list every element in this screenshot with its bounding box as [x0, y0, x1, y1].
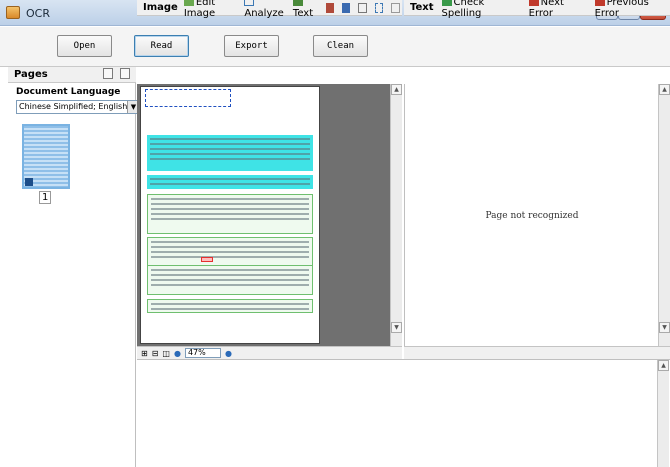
pages-header: Pages: [8, 67, 136, 83]
text-area-button[interactable]: Text: [292, 0, 320, 19]
text-vertical-scrollbar[interactable]: ▲ ▼: [658, 84, 670, 346]
bottom-vertical-scrollbar[interactable]: ▲: [657, 360, 669, 467]
zoom-in-icon[interactable]: ●: [225, 349, 232, 358]
document-language-label: Document Language: [16, 87, 121, 97]
edit-image-button[interactable]: Edit Image: [183, 0, 239, 19]
app-icon: [6, 6, 20, 19]
page-number-label: 1: [39, 191, 52, 204]
open-button[interactable]: Open: [57, 35, 112, 57]
check-spelling-icon: [441, 0, 452, 6]
picture-area-icon[interactable]: [325, 2, 334, 13]
zoom-out-icon[interactable]: ●: [174, 349, 181, 358]
select-area-icon[interactable]: [374, 2, 384, 13]
page-export-icon[interactable]: [120, 67, 130, 79]
image-panel-header: Image Edit Image Analyze Text: [137, 0, 402, 19]
export-button[interactable]: Export: [224, 35, 279, 57]
status-message: Page not recognized: [485, 211, 579, 221]
text-block-3[interactable]: [147, 194, 313, 234]
page-status-icon: [25, 178, 33, 186]
picture-block[interactable]: [201, 257, 213, 262]
previous-error-button[interactable]: Previous Error: [594, 0, 670, 19]
text-block-2[interactable]: [147, 175, 313, 189]
actual-size-icon[interactable]: ◫: [162, 349, 170, 358]
image-zoom-bar: ⊞ ⊟ ◫ ● 47% ●: [137, 346, 402, 359]
image-vertical-scrollbar[interactable]: ▲ ▼: [390, 84, 402, 346]
text-panel-header: Text Check Spelling Next Error Previous …: [404, 0, 670, 19]
text-area-icon: [292, 0, 303, 6]
text-bottom-toolbar: [404, 346, 670, 359]
pointer-icon[interactable]: [358, 2, 367, 13]
zoom-input[interactable]: 47%: [184, 348, 221, 358]
text-block-7[interactable]: [147, 299, 313, 313]
zoom-preview-pane: ▲: [137, 359, 670, 467]
image-title: Image: [143, 2, 178, 13]
page-thumbnail[interactable]: [22, 124, 70, 189]
scroll-up-icon[interactable]: ▲: [391, 84, 402, 95]
scroll-down-icon[interactable]: ▼: [391, 322, 402, 333]
analyze-button[interactable]: Analyze: [244, 0, 287, 19]
scroll-up-icon[interactable]: ▲: [659, 84, 670, 95]
image-canvas[interactable]: ▲ ▼: [137, 84, 402, 346]
scanned-page[interactable]: [140, 86, 320, 344]
text-editor[interactable]: Page not recognized ▲ ▼: [404, 84, 670, 346]
page-add-icon[interactable]: [102, 67, 113, 79]
language-select-value: Chinese Simplified; English: [19, 102, 128, 111]
table-area-icon[interactable]: [341, 2, 351, 13]
language-select[interactable]: Chinese Simplified; English ▼: [16, 100, 140, 114]
scroll-up-icon[interactable]: ▲: [658, 360, 669, 371]
pages-title: Pages: [14, 69, 48, 80]
edit-image-icon: [183, 0, 194, 6]
fit-width-icon[interactable]: ⊟: [152, 349, 159, 358]
text-block-6[interactable]: [147, 265, 313, 295]
delete-area-icon[interactable]: [391, 2, 401, 13]
fit-page-icon[interactable]: ⊞: [141, 349, 148, 358]
next-error-icon: [528, 0, 539, 6]
previous-error-icon: [594, 0, 605, 6]
window-title: OCR: [26, 7, 50, 20]
analyze-icon: [244, 0, 255, 6]
selection-rectangle[interactable]: [145, 89, 231, 107]
clean-button[interactable]: Clean: [313, 35, 368, 57]
scroll-down-icon[interactable]: ▼: [659, 322, 670, 333]
read-button[interactable]: Read: [134, 35, 189, 57]
text-title: Text: [410, 2, 434, 13]
main-toolbar: Open Read Export Clean: [0, 27, 670, 67]
pages-panel: Pages Document Language Chinese Simplifi…: [8, 67, 140, 467]
check-spelling-button[interactable]: Check Spelling: [441, 0, 521, 19]
next-error-button[interactable]: Next Error: [528, 0, 587, 19]
text-block-1[interactable]: [147, 135, 313, 171]
